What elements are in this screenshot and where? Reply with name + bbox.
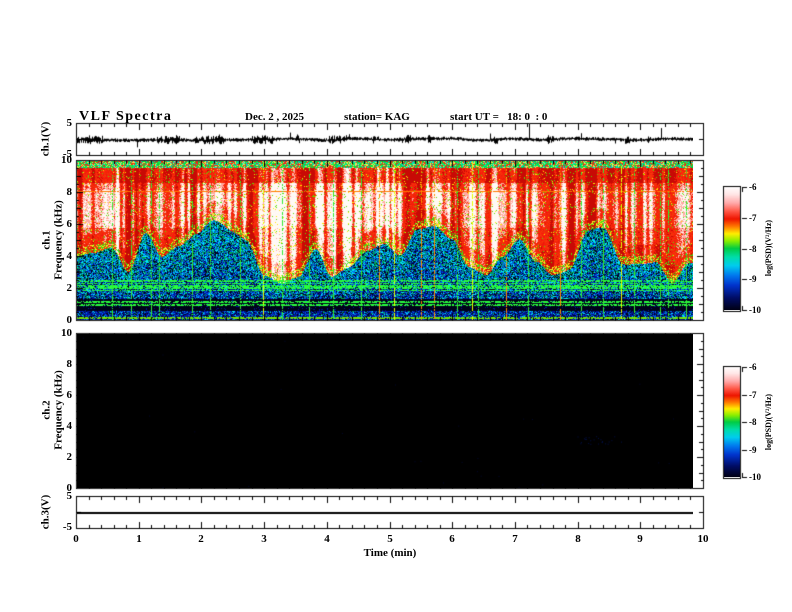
axes-frames-and-ticks [0,0,792,612]
vlf-spectra-figure: VLF Spectra Dec. 2 , 2025 station= KAG s… [0,0,792,612]
